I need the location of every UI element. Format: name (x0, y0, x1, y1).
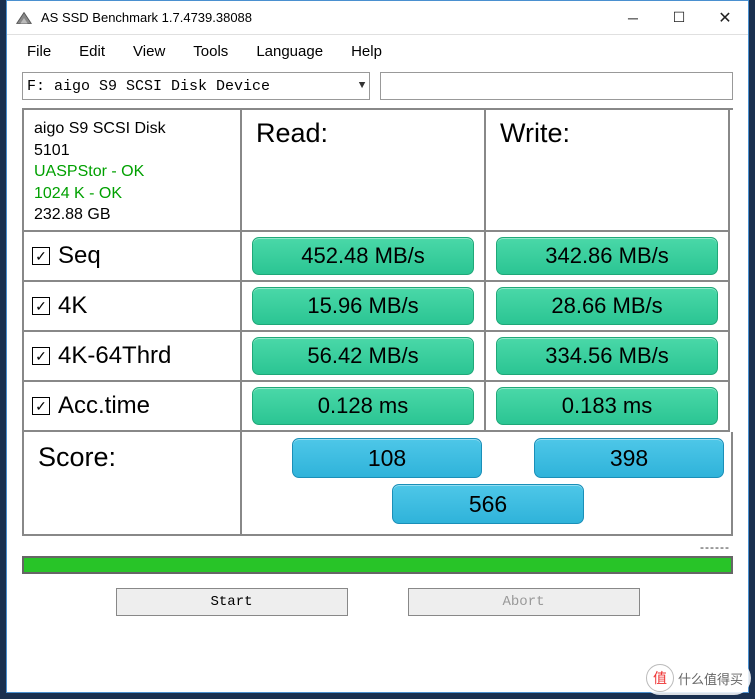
button-row: Start Abort (7, 588, 748, 626)
drive-info: aigo S9 SCSI Disk 5101 UASPStor - OK 102… (24, 110, 242, 232)
score-area: 108 398 566 (242, 432, 733, 536)
window-controls: ─ ☐ ✕ (610, 2, 748, 34)
4k-read-value: 15.96 MB/s (252, 287, 475, 325)
test-seq-row: ✓ Seq (24, 232, 242, 282)
test-acc-label: Acc.time (58, 392, 150, 420)
menu-view[interactable]: View (123, 39, 183, 64)
drive-driver-status: UASPStor - OK (34, 161, 144, 183)
app-window: AS SSD Benchmark 1.7.4739.38088 ─ ☐ ✕ Fi… (6, 0, 749, 693)
checkbox-4k64[interactable]: ✓ (32, 347, 50, 365)
resize-grip-icon[interactable]: ------ (7, 536, 748, 556)
seq-write-value: 342.86 MB/s (496, 237, 719, 275)
4k-write-value: 28.66 MB/s (496, 287, 719, 325)
seq-read-value: 452.48 MB/s (252, 237, 475, 275)
watermark-badge: 值 (646, 664, 674, 692)
results-grid: aigo S9 SCSI Disk 5101 UASPStor - OK 102… (22, 108, 733, 536)
menubar: File Edit View Tools Language Help (7, 35, 748, 70)
checkbox-acc[interactable]: ✓ (32, 397, 50, 415)
app-icon (15, 9, 33, 27)
menu-edit[interactable]: Edit (69, 39, 123, 64)
score-total: 566 (392, 484, 584, 524)
drive-code: 5101 (34, 140, 70, 162)
drive-select-value: F: aigo S9 SCSI Disk Device (27, 78, 270, 95)
test-acc-row: ✓ Acc.time (24, 382, 242, 432)
watermark: 值 什么值得买 (643, 661, 751, 695)
test-4k-row: ✓ 4K (24, 282, 242, 332)
path-input[interactable] (380, 72, 733, 100)
score-read: 108 (292, 438, 482, 478)
drive-block-status: 1024 K - OK (34, 183, 122, 205)
acc-read-value: 0.128 ms (252, 387, 475, 425)
4k64-read-value: 56.42 MB/s (252, 337, 475, 375)
test-4k64-row: ✓ 4K-64Thrd (24, 332, 242, 382)
checkbox-4k[interactable]: ✓ (32, 297, 50, 315)
menu-help[interactable]: Help (341, 39, 400, 64)
acc-write-value: 0.183 ms (496, 387, 719, 425)
selector-row: F: aigo S9 SCSI Disk Device ▼ (7, 70, 748, 108)
start-button[interactable]: Start (116, 588, 348, 616)
close-button[interactable]: ✕ (702, 2, 748, 34)
maximize-button[interactable]: ☐ (656, 2, 702, 34)
menu-tools[interactable]: Tools (183, 39, 246, 64)
header-read: Read: (242, 110, 486, 232)
titlebar[interactable]: AS SSD Benchmark 1.7.4739.38088 ─ ☐ ✕ (7, 1, 748, 35)
header-write: Write: (486, 110, 730, 232)
checkbox-seq[interactable]: ✓ (32, 247, 50, 265)
drive-select[interactable]: F: aigo S9 SCSI Disk Device ▼ (22, 72, 370, 100)
menu-language[interactable]: Language (246, 39, 341, 64)
chevron-down-icon: ▼ (359, 80, 366, 92)
progress-bar (22, 556, 733, 574)
drive-size: 232.88 GB (34, 204, 111, 226)
test-seq-label: Seq (58, 242, 101, 270)
score-write: 398 (534, 438, 724, 478)
minimize-button[interactable]: ─ (610, 2, 656, 34)
4k64-write-value: 334.56 MB/s (496, 337, 719, 375)
menu-file[interactable]: File (17, 39, 69, 64)
test-4k-label: 4K (58, 292, 87, 320)
test-4k64-label: 4K-64Thrd (58, 342, 171, 370)
drive-name: aigo S9 SCSI Disk (34, 118, 166, 140)
score-label: Score: (24, 432, 242, 536)
abort-button: Abort (408, 588, 640, 616)
watermark-text: 什么值得买 (678, 669, 743, 688)
window-title: AS SSD Benchmark 1.7.4739.38088 (41, 10, 610, 25)
